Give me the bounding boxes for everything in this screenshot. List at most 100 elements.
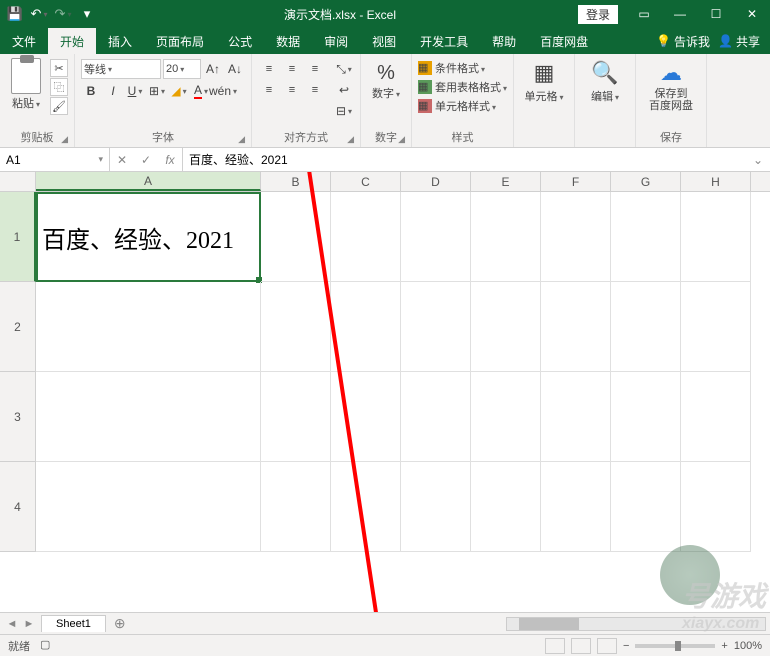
login-button[interactable]: 登录 [578, 5, 618, 24]
zoom-out-button[interactable]: − [623, 640, 629, 652]
conditional-format-button[interactable]: ▦条件格式 [418, 59, 507, 77]
tab-data[interactable]: 数据 [264, 28, 312, 54]
cell[interactable] [611, 192, 681, 282]
column-header-B[interactable]: B [261, 172, 331, 191]
tab-view[interactable]: 视图 [360, 28, 408, 54]
tab-dev[interactable]: 开发工具 [408, 28, 480, 54]
font-launcher-icon[interactable]: ◢ [238, 134, 245, 145]
cell[interactable] [261, 372, 331, 462]
column-header-D[interactable]: D [401, 172, 471, 191]
formula-bar[interactable]: 百度、经验、2021 [183, 148, 746, 171]
share-button[interactable]: 👤 共享 [718, 33, 760, 50]
tab-layout[interactable]: 页面布局 [144, 28, 216, 54]
number-launcher-icon[interactable]: ◢ [398, 134, 405, 145]
cell[interactable] [331, 282, 401, 372]
align-launcher-icon[interactable]: ◢ [347, 134, 354, 145]
cell[interactable] [331, 462, 401, 552]
align-right-button[interactable]: ≡ [304, 80, 326, 100]
horizontal-scrollbar[interactable] [506, 617, 766, 631]
cell[interactable] [541, 192, 611, 282]
align-middle-button[interactable]: ≡ [281, 59, 303, 79]
align-bottom-button[interactable]: ≡ [304, 59, 326, 79]
tab-insert[interactable]: 插入 [96, 28, 144, 54]
increase-font-button[interactable]: A↑ [203, 59, 223, 79]
align-center-button[interactable]: ≡ [281, 80, 303, 100]
page-layout-view-button[interactable] [571, 638, 591, 654]
cell[interactable] [36, 372, 261, 462]
cell-styles-button[interactable]: ▦单元格样式 [418, 97, 507, 115]
normal-view-button[interactable] [545, 638, 565, 654]
cut-button[interactable]: ✂ [50, 59, 68, 77]
active-cell[interactable]: 百度、经验、2021 [36, 192, 261, 282]
fx-button[interactable]: fx [158, 148, 182, 171]
undo-icon[interactable]: ↶ [28, 3, 50, 25]
fill-color-button[interactable]: ◢ [169, 81, 189, 101]
cell[interactable] [261, 462, 331, 552]
orientation-button[interactable]: ⤡ [334, 59, 354, 79]
save-icon[interactable]: 💾 [4, 3, 26, 25]
italic-button[interactable]: I [103, 81, 123, 101]
bold-button[interactable]: B [81, 81, 101, 101]
cell[interactable] [471, 462, 541, 552]
ribbon-options-icon[interactable]: ▭ [626, 0, 662, 28]
cell[interactable] [261, 282, 331, 372]
font-name-select[interactable]: 等线 [81, 59, 161, 79]
cell[interactable] [401, 192, 471, 282]
column-header-G[interactable]: G [611, 172, 681, 191]
underline-button[interactable]: U [125, 81, 145, 101]
table-format-button[interactable]: ▦套用表格格式 [418, 78, 507, 96]
tellme-button[interactable]: 💡 告诉我 [656, 33, 710, 50]
tab-home[interactable]: 开始 [48, 28, 96, 54]
row-header-3[interactable]: 3 [0, 372, 36, 462]
cancel-formula-button[interactable]: ✕ [110, 148, 134, 171]
select-all-corner[interactable] [0, 172, 36, 191]
column-header-E[interactable]: E [471, 172, 541, 191]
align-left-button[interactable]: ≡ [258, 80, 280, 100]
cell[interactable] [681, 462, 751, 552]
cell[interactable] [471, 192, 541, 282]
row-header-4[interactable]: 4 [0, 462, 36, 552]
macro-record-icon[interactable]: ▢ [40, 638, 50, 654]
redo-icon[interactable]: ↷ [52, 3, 74, 25]
phonetic-button[interactable]: wén [213, 81, 233, 101]
cell[interactable] [331, 372, 401, 462]
cell[interactable] [401, 372, 471, 462]
cell[interactable] [401, 282, 471, 372]
copy-button[interactable]: ⿻ [50, 78, 68, 96]
cell[interactable] [401, 462, 471, 552]
enter-formula-button[interactable]: ✓ [134, 148, 158, 171]
number-format-button[interactable]: % 数字 [367, 56, 405, 101]
sheet-tab-sheet1[interactable]: Sheet1 [41, 615, 106, 632]
paste-button[interactable]: 粘贴 [6, 56, 46, 111]
tab-formula[interactable]: 公式 [216, 28, 264, 54]
save-baidu-button[interactable]: ☁ 保存到 百度网盘 [642, 56, 700, 112]
clipboard-launcher-icon[interactable]: ◢ [61, 134, 68, 145]
name-box[interactable]: A1▾ [0, 148, 110, 171]
wrap-text-button[interactable]: ↩ [334, 80, 354, 100]
sheet-nav-next-icon[interactable]: ► [21, 618, 37, 630]
cell[interactable] [471, 282, 541, 372]
row-header-2[interactable]: 2 [0, 282, 36, 372]
cell[interactable] [681, 192, 751, 282]
column-header-C[interactable]: C [331, 172, 401, 191]
add-sheet-button[interactable]: ⊕ [106, 615, 134, 632]
decrease-font-button[interactable]: A↓ [225, 59, 245, 79]
minimize-icon[interactable]: — [662, 0, 698, 28]
editing-button[interactable]: 🔍 编辑 [581, 56, 629, 104]
cell[interactable] [331, 192, 401, 282]
zoom-level[interactable]: 100% [734, 640, 762, 652]
cell[interactable] [36, 282, 261, 372]
column-header-F[interactable]: F [541, 172, 611, 191]
close-icon[interactable]: ✕ [734, 0, 770, 28]
format-painter-button[interactable]: 🖌 [50, 97, 68, 115]
formula-expand-icon[interactable]: ⌄ [746, 153, 770, 167]
cell[interactable] [611, 372, 681, 462]
cells-button[interactable]: ▦ 单元格 [520, 56, 568, 104]
border-button[interactable]: ⊞ [147, 81, 167, 101]
merge-button[interactable]: ⊟ [334, 101, 354, 121]
cell[interactable] [611, 282, 681, 372]
tab-review[interactable]: 审阅 [312, 28, 360, 54]
sheet-nav-prev-icon[interactable]: ◄ [4, 618, 20, 630]
qat-customize-icon[interactable]: ▾ [76, 3, 98, 25]
column-header-H[interactable]: H [681, 172, 751, 191]
